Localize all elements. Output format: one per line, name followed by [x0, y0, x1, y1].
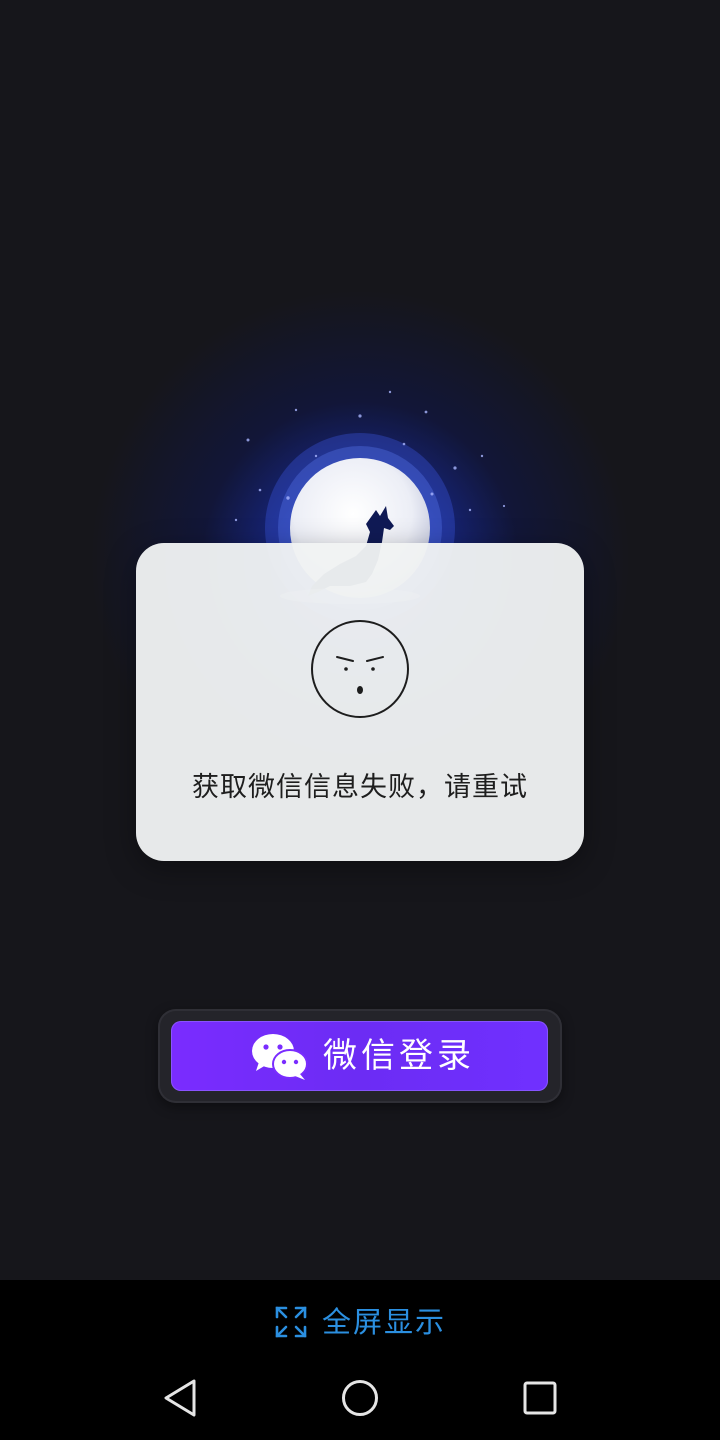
angry-face-icon — [311, 620, 409, 718]
fullscreen-label: 全屏显示 — [322, 1305, 447, 1339]
back-triangle-icon[interactable] — [160, 1378, 200, 1418]
wechat-login-label: 微信登录 — [323, 1036, 475, 1076]
app-area: 获取微信信息失败，请重试 微信登录 — [0, 0, 720, 1280]
home-circle-icon[interactable] — [340, 1378, 380, 1418]
wechat-icon — [252, 1034, 308, 1080]
error-message: 获取微信信息失败，请重试 — [192, 772, 528, 803]
login-button-frame: 微信登录 — [158, 1009, 562, 1103]
wechat-login-button[interactable]: 微信登录 — [171, 1021, 548, 1091]
error-dialog: 获取微信信息失败，请重试 — [136, 543, 584, 861]
expand-icon — [275, 1306, 307, 1338]
bottom-bar: 全屏显示 — [0, 1280, 720, 1440]
recents-square-icon[interactable] — [520, 1378, 560, 1418]
screen: 获取微信信息失败，请重试 微信登录 全屏显示 — [0, 0, 720, 1440]
